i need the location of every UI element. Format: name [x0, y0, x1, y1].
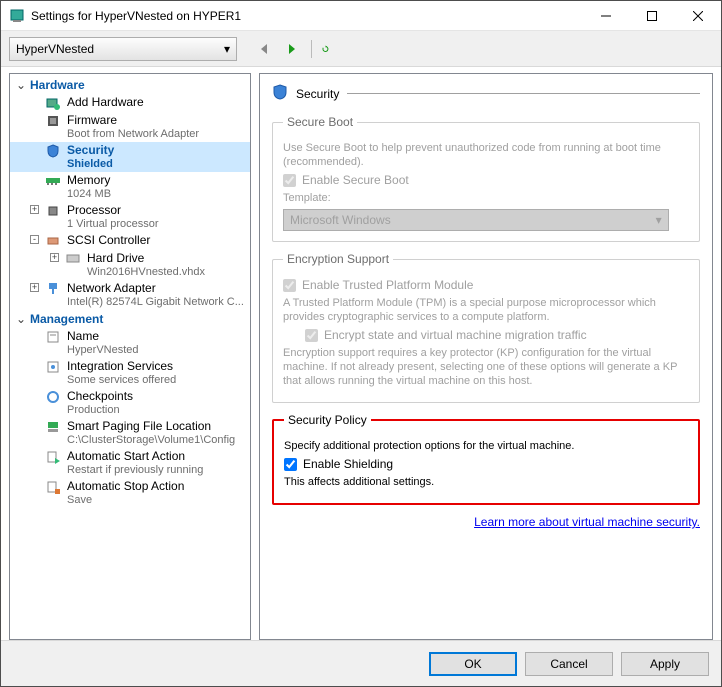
tree-item-paging[interactable]: Smart Paging File LocationC:\ClusterStor…: [10, 418, 250, 448]
chevron-down-icon: ▾: [224, 42, 230, 56]
tree-item-checkpoints[interactable]: CheckpointsProduction: [10, 388, 250, 418]
category-management[interactable]: ⌄Management: [10, 310, 250, 328]
autostop-icon: [45, 479, 61, 495]
encryption-legend: Encryption Support: [283, 252, 393, 266]
content-title: Security: [296, 87, 339, 101]
integration-icon: [45, 359, 61, 375]
nav-forward-button[interactable]: [283, 40, 301, 58]
network-icon: [45, 281, 61, 297]
nav-back-button[interactable]: [255, 40, 273, 58]
toolbar: HyperVNested ▾: [1, 31, 721, 67]
tree-item-firmware[interactable]: FirmwareBoot from Network Adapter: [10, 112, 250, 142]
tree-item-name[interactable]: NameHyperVNested: [10, 328, 250, 358]
template-label: Template:: [283, 191, 689, 205]
enable-secure-boot-checkbox: Enable Secure Boot: [283, 173, 689, 187]
close-button[interactable]: [675, 1, 721, 31]
checkpoints-icon: [45, 389, 61, 405]
expand-icon[interactable]: +: [50, 253, 59, 262]
navigation-tree[interactable]: ⌄Hardware Add Hardware FirmwareBoot from…: [9, 73, 251, 640]
enable-shielding-checkbox[interactable]: Enable Shielding: [284, 457, 688, 471]
add-hardware-icon: [45, 95, 61, 111]
settings-window: Settings for HyperVNested on HYPER1 Hype…: [0, 0, 722, 687]
tree-item-security[interactable]: SecurityShielded: [10, 142, 250, 172]
window-title: Settings for HyperVNested on HYPER1: [31, 9, 583, 23]
app-icon: [9, 8, 25, 24]
tree-item-processor[interactable]: +Processor1 Virtual processor: [10, 202, 250, 232]
processor-icon: [45, 203, 61, 219]
cancel-button[interactable]: Cancel: [525, 652, 613, 676]
policy-desc: Specify additional protection options fo…: [284, 439, 688, 453]
policy-note: This affects additional settings.: [284, 475, 688, 489]
memory-icon: [45, 173, 61, 189]
encryption-desc: Encryption support requires a key protec…: [283, 346, 689, 388]
secure-boot-legend: Secure Boot: [283, 115, 357, 129]
body: ⌄Hardware Add Hardware FirmwareBoot from…: [1, 67, 721, 640]
expand-icon[interactable]: +: [30, 205, 39, 214]
scsi-icon: [45, 233, 61, 249]
collapse-icon: ⌄: [16, 312, 26, 326]
expand-icon[interactable]: +: [30, 283, 39, 292]
chevron-down-icon: ▾: [656, 213, 662, 227]
enable-tpm-checkbox: Enable Trusted Platform Module: [283, 278, 689, 292]
autostart-icon: [45, 449, 61, 465]
tpm-desc: A Trusted Platform Module (TPM) is a spe…: [283, 296, 689, 324]
refresh-button[interactable]: [311, 40, 329, 58]
shield-icon: [45, 143, 61, 159]
name-icon: [45, 329, 61, 345]
collapse-icon[interactable]: -: [30, 235, 39, 244]
tree-item-network[interactable]: +Network AdapterIntel(R) 82574L Gigabit …: [10, 280, 250, 310]
vm-selector[interactable]: HyperVNested ▾: [9, 37, 237, 61]
dialog-footer: OK Cancel Apply: [1, 640, 721, 686]
category-hardware[interactable]: ⌄Hardware: [10, 76, 250, 94]
harddrive-icon: [65, 251, 81, 267]
minimize-button[interactable]: [583, 1, 629, 31]
ok-button[interactable]: OK: [429, 652, 517, 676]
encrypt-state-checkbox: Encrypt state and virtual machine migrat…: [305, 328, 689, 342]
template-select: Microsoft Windows▾: [283, 209, 669, 231]
content-header: Security: [272, 84, 700, 103]
encryption-group: Encryption Support Enable Trusted Platfo…: [272, 252, 700, 403]
titlebar: Settings for HyperVNested on HYPER1: [1, 1, 721, 31]
tree-item-autostart[interactable]: Automatic Start ActionRestart if previou…: [10, 448, 250, 478]
content-pane: Security Secure Boot Use Secure Boot to …: [259, 73, 713, 640]
security-policy-group: Security Policy Specify additional prote…: [272, 413, 700, 505]
secure-boot-desc: Use Secure Boot to help prevent unauthor…: [283, 141, 689, 169]
tree-item-autostop[interactable]: Automatic Stop ActionSave: [10, 478, 250, 508]
tree-item-harddrive[interactable]: +Hard DriveWin2016HVnested.vhdx: [10, 250, 250, 280]
tree-item-memory[interactable]: Memory1024 MB: [10, 172, 250, 202]
tree-item-integration[interactable]: Integration ServicesSome services offere…: [10, 358, 250, 388]
apply-button[interactable]: Apply: [621, 652, 709, 676]
tree-item-scsi[interactable]: -SCSI Controller: [10, 232, 250, 250]
secure-boot-group: Secure Boot Use Secure Boot to help prev…: [272, 115, 700, 242]
collapse-icon: ⌄: [16, 78, 26, 92]
firmware-icon: [45, 113, 61, 129]
tree-item-add-hardware[interactable]: Add Hardware: [10, 94, 250, 112]
learn-more-link[interactable]: Learn more about virtual machine securit…: [272, 515, 700, 529]
maximize-button[interactable]: [629, 1, 675, 31]
paging-icon: [45, 419, 61, 435]
vm-selector-value: HyperVNested: [16, 42, 94, 56]
shield-icon: [272, 84, 288, 103]
security-policy-legend: Security Policy: [284, 413, 371, 427]
